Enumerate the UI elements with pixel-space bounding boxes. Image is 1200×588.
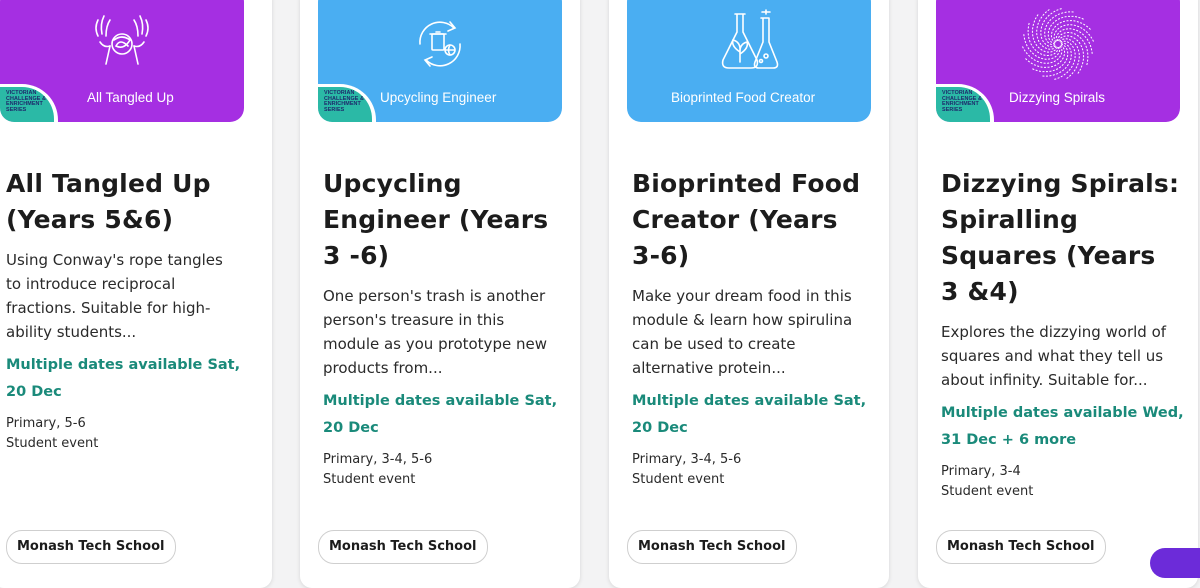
- recycle-bin-globe-icon: [402, 6, 478, 82]
- victorian-series-badge: VICTORIAN CHALLENGE & ENRICHMENT SERIES: [0, 84, 58, 122]
- card-levels: Primary, 3-4, 5-6: [323, 452, 433, 467]
- flask-plant-icon: [711, 6, 787, 82]
- card-description: Make your dream food in this module & le…: [632, 287, 853, 377]
- card-banner[interactable]: VICTORIAN CHALLENGE & ENRICHMENT SERIES …: [318, 0, 562, 122]
- card-title[interactable]: All Tangled Up (Years 5&6): [6, 166, 236, 238]
- card-banner[interactable]: VICTORIAN CHALLENGE & ENRICHMENT SERIES …: [0, 0, 244, 122]
- hands-tangle-icon: [84, 6, 160, 82]
- card-levels: Primary, 5-6: [6, 416, 86, 431]
- card-dates: Multiple dates available Wed, 31 Dec + 6…: [941, 405, 1184, 448]
- card-description: Explores the dizzying world of squares a…: [941, 323, 1167, 389]
- card-event-type: Student event: [6, 436, 99, 451]
- organiser-tag[interactable]: Monash Tech School: [936, 530, 1106, 564]
- organiser-tag[interactable]: Monash Tech School: [318, 530, 488, 564]
- card-levels: Primary, 3-4: [941, 464, 1021, 479]
- event-card[interactable]: VICTORIAN CHALLENGE & ENRICHMENT SERIES …: [0, 0, 272, 588]
- event-card[interactable]: VICTORIAN CHALLENGE & ENRICHMENT SERIES …: [300, 0, 580, 588]
- card-event-type: Student event: [941, 484, 1034, 499]
- banner-title: Bioprinted Food Creator: [671, 90, 816, 105]
- banner-title: Upcycling Engineer: [380, 90, 497, 105]
- card-banner[interactable]: Bioprinted Food Creator: [627, 0, 871, 122]
- card-description: Using Conway's rope tangles to introduce…: [6, 251, 223, 341]
- card-dates: Multiple dates available Sat, 20 Dec: [6, 357, 241, 400]
- floating-action-button[interactable]: [1150, 548, 1200, 578]
- card-event-type: Student event: [632, 472, 725, 487]
- card-description: One person's trash is another person's t…: [323, 287, 547, 377]
- card-title[interactable]: Dizzying Spirals: Spiralling Squares (Ye…: [941, 166, 1181, 310]
- organiser-tag[interactable]: Monash Tech School: [627, 530, 797, 564]
- card-banner[interactable]: VICTORIAN CHALLENGE & ENRICHMENT SERIES …: [936, 0, 1180, 122]
- card-title[interactable]: Upcycling Engineer (Years 3 -6): [323, 166, 567, 274]
- victorian-series-badge: VICTORIAN CHALLENGE & ENRICHMENT SERIES: [318, 84, 376, 122]
- badge-text: VICTORIAN CHALLENGE & ENRICHMENT SERIES: [324, 90, 365, 113]
- card-title[interactable]: Bioprinted Food Creator (Years 3-6): [632, 166, 872, 274]
- card-dates: Multiple dates available Sat, 20 Dec: [323, 393, 558, 436]
- banner-title: All Tangled Up: [87, 90, 174, 105]
- organiser-tag[interactable]: Monash Tech School: [6, 530, 176, 564]
- card-event-type: Student event: [323, 472, 416, 487]
- spiral-icon: [1020, 6, 1096, 82]
- event-card[interactable]: VICTORIAN CHALLENGE & ENRICHMENT SERIES …: [918, 0, 1198, 588]
- event-card[interactable]: Bioprinted Food Creator Bioprinted Food …: [609, 0, 889, 588]
- card-levels: Primary, 3-4, 5-6: [632, 452, 742, 467]
- card-dates: Multiple dates available Sat, 20 Dec: [632, 393, 867, 436]
- badge-text: VICTORIAN CHALLENGE & ENRICHMENT SERIES: [942, 90, 983, 113]
- badge-text: VICTORIAN CHALLENGE & ENRICHMENT SERIES: [6, 90, 47, 113]
- victorian-series-badge: VICTORIAN CHALLENGE & ENRICHMENT SERIES: [936, 84, 994, 122]
- banner-title: Dizzying Spirals: [1009, 90, 1106, 105]
